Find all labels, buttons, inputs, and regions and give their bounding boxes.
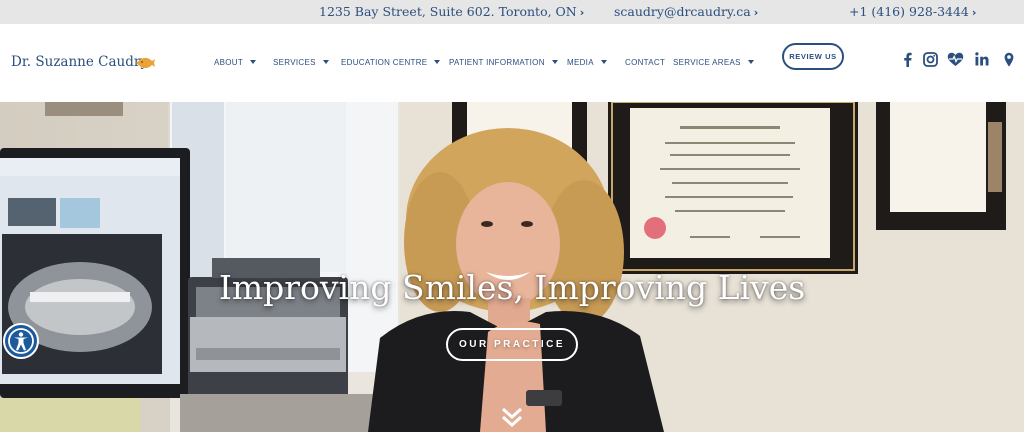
nav-services[interactable]: SERVICES <box>273 58 329 67</box>
phone-text: +1 (416) 928-3444 <box>849 4 969 19</box>
nav-label: CONTACT <box>625 58 666 67</box>
caret-down-icon <box>551 60 558 64</box>
accessibility-icon <box>8 328 34 354</box>
nav-label: MEDIA <box>567 58 594 67</box>
chevron-right-icon: › <box>579 6 585 19</box>
nav-label: SERVICES <box>273 58 316 67</box>
phone-link[interactable]: +1 (416) 928-3444 › <box>849 4 976 19</box>
logo-link[interactable]: Dr. Suzanne Caudry <box>11 54 148 70</box>
map-pin-icon[interactable] <box>1003 51 1015 67</box>
logo-fish-icon <box>136 57 155 69</box>
nav-education-centre[interactable]: EDUCATION CENTRE <box>341 58 441 67</box>
our-practice-button[interactable]: OUR PRACTICE <box>446 328 578 361</box>
address-link[interactable]: 1235 Bay Street, Suite 602. Toronto, ON › <box>319 4 584 19</box>
linkedin-icon[interactable] <box>974 51 990 67</box>
email-text: scaudry@drcaudry.ca <box>614 4 751 19</box>
hero-title: Improving Smiles, Improving Lives <box>218 268 806 307</box>
contact-bar: 1235 Bay Street, Suite 602. Toronto, ON ›… <box>0 0 1024 24</box>
caret-down-icon <box>250 60 257 64</box>
nav-patient-information[interactable]: PATIENT INFORMATION <box>449 58 558 67</box>
nav-about[interactable]: ABOUT <box>214 58 257 67</box>
double-chevron-down-icon[interactable] <box>500 407 524 429</box>
nav-label: ABOUT <box>214 58 244 67</box>
site-header: Dr. Suzanne Caudry ABOUT SERVICES EDUCAT… <box>0 24 1024 102</box>
facebook-icon[interactable] <box>901 51 913 67</box>
nav-contact[interactable]: CONTACT <box>625 58 665 67</box>
accessibility-button[interactable] <box>3 323 39 359</box>
caret-down-icon <box>600 60 607 64</box>
caret-down-icon <box>322 60 329 64</box>
hero-banner: Improving Smiles, Improving Lives OUR PR… <box>0 102 1024 432</box>
hero-photo <box>0 102 1024 432</box>
review-us-button[interactable]: REVIEW US <box>782 43 844 70</box>
caret-down-icon <box>747 60 754 64</box>
email-link[interactable]: scaudry@drcaudry.ca › <box>614 4 758 19</box>
nav-media[interactable]: MEDIA <box>567 58 607 67</box>
instagram-icon[interactable] <box>922 51 938 67</box>
chevron-right-icon: › <box>971 6 977 19</box>
nav-service-areas[interactable]: SERVICE AREAS <box>673 58 754 67</box>
chevron-right-icon: › <box>753 6 759 19</box>
address-text: 1235 Bay Street, Suite 602. Toronto, ON <box>319 4 577 19</box>
caret-down-icon <box>434 60 441 64</box>
nav-label: SERVICE AREAS <box>673 58 741 67</box>
nav-label: PATIENT INFORMATION <box>449 58 545 67</box>
nav-label: EDUCATION CENTRE <box>341 58 428 67</box>
heart-pulse-icon[interactable] <box>946 51 964 67</box>
